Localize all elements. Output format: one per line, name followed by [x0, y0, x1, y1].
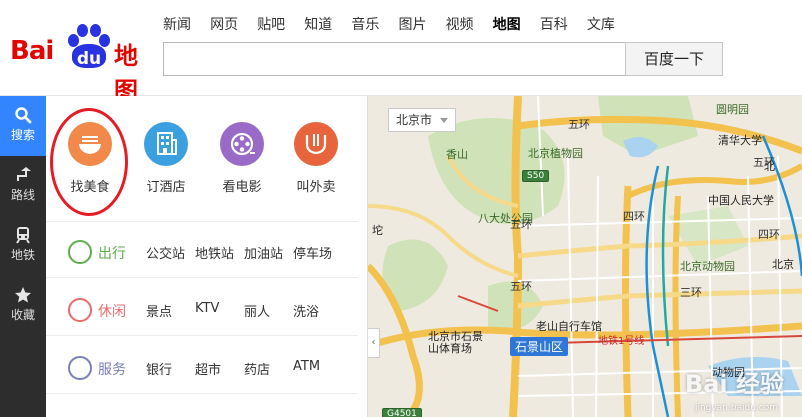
city-select-value: 北京市	[396, 113, 433, 127]
map-poi[interactable]: 清华大学	[718, 132, 762, 148]
collapse-panel-button[interactable]: ‹	[368, 328, 380, 358]
hotel-icon	[144, 122, 188, 166]
category-name-services: 服务	[98, 362, 126, 378]
subway-line-label: 地铁1号线	[598, 336, 645, 347]
header: Bai du 地图 新闻 网页 贴吧 知道 音乐 图片 视频 地图 百科 文库 …	[0, 0, 802, 105]
category-row-leisure: 休闲 景点 KTV 丽人 洗浴	[46, 282, 358, 336]
watermark: Bai 经验	[684, 370, 784, 398]
logo-text-du: du	[76, 49, 102, 69]
category-item-gas-station[interactable]: 加油站	[244, 243, 283, 262]
rail-label-subway: 地铁	[10, 248, 35, 262]
category-item-beauty[interactable]: 丽人	[244, 301, 270, 320]
category-name-travel: 出行	[98, 246, 126, 262]
category-item-bath[interactable]: 洗浴	[293, 301, 319, 320]
map-poi[interactable]: 北京动物园	[680, 258, 735, 274]
bus-icon	[68, 240, 92, 264]
category-item-supermarket[interactable]: 超市	[195, 359, 221, 378]
map-canvas[interactable]: 北京市 ‹ 圆明园 清华大学 香山 北京植物园 中国人民大学 八大处公园 北京动…	[368, 96, 802, 417]
left-rail: 搜索 路线 地铁 收藏	[0, 96, 46, 417]
highway-shield: G4501	[382, 408, 422, 417]
nav-web[interactable]: 网页	[210, 14, 238, 34]
subway-icon	[0, 216, 46, 244]
category-row-services: 服务 银行 超市 药店 ATM	[46, 340, 358, 394]
quick-actions: 找美食 订酒店 看电影 叫外卖	[46, 96, 358, 222]
category-name-leisure: 休闲	[98, 304, 126, 320]
road-label: 五环	[568, 118, 590, 131]
top-nav: 新闻 网页 贴吧 知道 音乐 图片 视频 地图 百科 文库	[163, 14, 629, 34]
rail-label-search: 搜索	[10, 128, 35, 142]
nav-music[interactable]: 音乐	[351, 14, 379, 34]
nav-video[interactable]: 视频	[446, 14, 474, 34]
nav-tieba[interactable]: 贴吧	[257, 14, 285, 34]
baidu-map-logo[interactable]: Bai du 地图	[10, 22, 150, 105]
service-icon	[68, 356, 92, 380]
side-panel: 找美食 订酒店 看电影 叫外卖 出行 公交站 地铁站 加油站 停车场 休闲 景点…	[46, 96, 409, 417]
map-poi[interactable]: 香山	[446, 146, 468, 162]
nav-wenku[interactable]: 文库	[587, 14, 615, 34]
rail-label-route: 路线	[10, 188, 35, 202]
fork-knife-icon	[294, 122, 338, 166]
chevron-down-icon	[440, 118, 448, 123]
nav-zhidao[interactable]: 知道	[304, 14, 332, 34]
highway-shield: S50	[522, 170, 550, 182]
category-item-metro-station[interactable]: 地铁站	[195, 243, 234, 262]
road-label: 五环	[510, 280, 532, 293]
map-poi[interactable]: 中国人民大学	[708, 192, 774, 208]
category-row-travel: 出行 公交站 地铁站 加油站 停车场	[46, 224, 358, 278]
city-select[interactable]: 北京市	[388, 108, 456, 132]
category-item-scenic[interactable]: 景点	[146, 301, 172, 320]
rail-item-subway[interactable]: 地铁	[0, 216, 46, 276]
quick-book-hotel[interactable]: 订酒店	[136, 122, 196, 195]
category-item-atm[interactable]: ATM	[293, 359, 320, 374]
map-poi[interactable]: 北京植物园	[528, 145, 583, 161]
road-label: 四环	[623, 210, 645, 223]
search-icon	[0, 96, 46, 124]
nav-images[interactable]: 图片	[398, 14, 426, 34]
category-item-pharmacy[interactable]: 药店	[244, 359, 270, 378]
route-icon	[0, 156, 46, 182]
map-label: 坨	[372, 224, 383, 237]
flower-icon	[68, 298, 92, 322]
quick-order-takeout[interactable]: 叫外卖	[286, 122, 346, 195]
nav-map[interactable]: 地图	[493, 14, 521, 34]
map-poi[interactable]: 老山自行车馆	[536, 318, 602, 334]
logo-text-bai: Bai	[10, 36, 54, 66]
rail-item-favorites[interactable]: 收藏	[0, 276, 46, 336]
watermark-url: jingyan.baidu.com	[694, 403, 778, 413]
category-item-bus-stop[interactable]: 公交站	[146, 243, 185, 262]
map-label: 北	[764, 160, 775, 173]
road-label: 三环	[680, 286, 702, 299]
district-label[interactable]: 石景山区	[510, 337, 569, 356]
category-item-bank[interactable]: 银行	[146, 359, 172, 378]
quick-label-hotel: 订酒店	[146, 180, 186, 195]
search-input[interactable]	[163, 42, 625, 76]
category-item-parking[interactable]: 停车场	[293, 243, 332, 262]
quick-label-takeout: 叫外卖	[296, 180, 336, 195]
road-label: 五环	[510, 218, 532, 231]
quick-label-movie: 看电影	[222, 180, 262, 195]
quick-watch-movie[interactable]: 看电影	[212, 122, 272, 195]
map-poi[interactable]: 北京市石景山体育场	[428, 331, 488, 355]
search-button[interactable]: 百度一下	[625, 42, 723, 76]
star-icon	[0, 276, 46, 303]
nav-news[interactable]: 新闻	[163, 14, 191, 34]
road-label: 四环	[758, 228, 780, 241]
nav-baike[interactable]: 百科	[540, 14, 568, 34]
rail-item-search[interactable]: 搜索	[0, 96, 46, 156]
highlight-circle	[50, 108, 128, 216]
rail-label-favorites: 收藏	[10, 308, 35, 322]
map-poi[interactable]: 圆明园	[716, 101, 749, 117]
category-item-ktv[interactable]: KTV	[195, 301, 219, 316]
rail-item-route[interactable]: 路线	[0, 156, 46, 216]
map-label: 北京	[772, 258, 794, 271]
film-reel-icon	[220, 122, 264, 166]
